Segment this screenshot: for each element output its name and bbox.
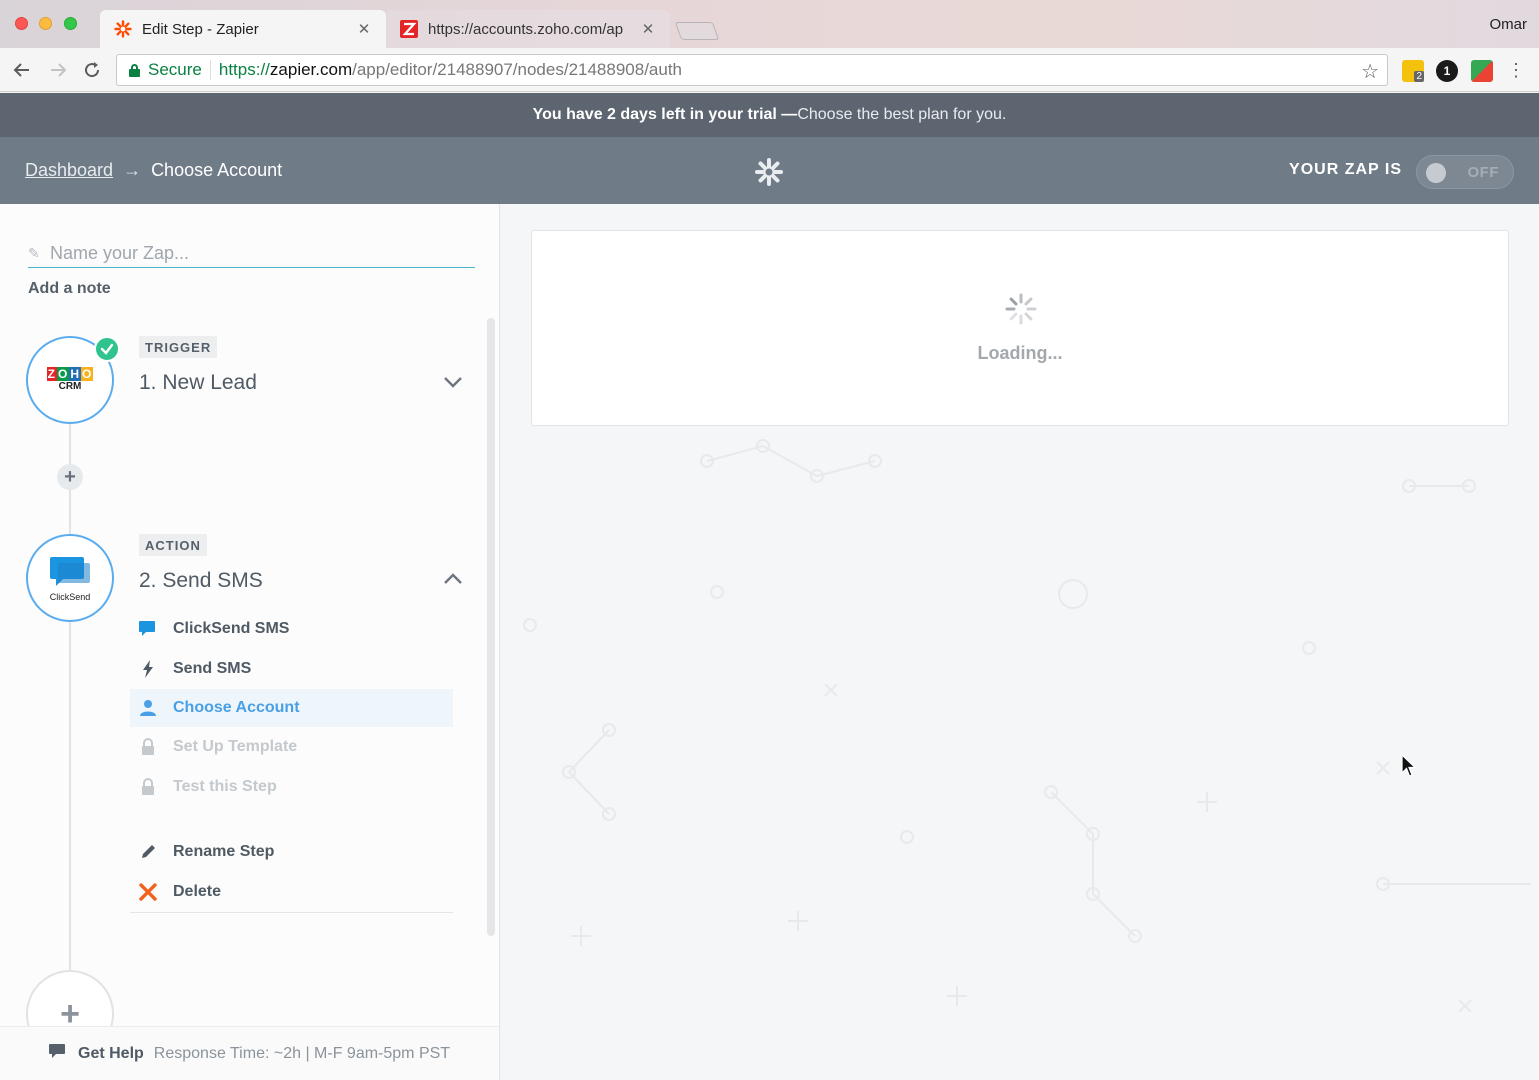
extension-badge: 2 [1414,71,1424,82]
lock-icon [138,738,158,756]
user-icon [138,699,158,717]
add-step-between-button[interactable]: + [57,464,83,490]
lock-icon [138,778,158,796]
toggle-knob [1426,163,1446,183]
trial-banner[interactable]: You have 2 days left in your trial — Cho… [0,93,1539,137]
bookmark-star-icon[interactable]: ☆ [1361,59,1379,84]
lock-icon [129,63,140,77]
chat-bubble-icon [48,1043,66,1064]
zap-status-label: YOUR ZAP IS [1289,161,1402,178]
minimize-window-button[interactable] [39,17,52,30]
clicksend-logo-label: ClickSend [49,591,91,602]
reload-icon[interactable] [80,58,104,82]
loading-card: Loading... [531,230,1509,426]
url-path: /app/editor/21488907/nodes/21488908/auth [352,60,683,79]
breadcrumb: Dashboard → Choose Account [25,160,282,181]
editor-main-panel: Loading... [501,204,1539,1080]
substep-label: ClickSend SMS [173,620,290,637]
loading-text: Loading... [977,343,1063,363]
substep-label: Send SMS [173,660,252,677]
tab-zoho-accounts[interactable]: https://accounts.zoho.com/ap ✕ [386,10,670,48]
breadcrumb-current: Choose Account [151,160,283,180]
new-tab-button[interactable] [674,22,720,40]
crm-logo-label: CRM [58,381,82,392]
substep-choose-app[interactable]: ClickSend SMS [130,610,453,648]
toggle-label: OFF [1467,164,1499,181]
zap-name-placeholder: Name your Zap... [50,243,190,263]
clicksend-icon [138,620,158,638]
substep-set-up-template[interactable]: Set Up Template [130,728,453,766]
app-header: Dashboard → Choose Account YOUR ZAP IS [0,137,1539,204]
delete-step-button[interactable]: Delete [130,873,453,911]
zapier-icon [114,20,132,38]
bolt-icon [138,660,158,678]
rename-step-label: Rename Step [173,843,275,860]
forward-icon[interactable] [46,58,70,82]
editor-sidebar: ✎ Name your Zap... Add a note ZOHO CRM T… [0,204,500,1080]
substep-label: Set Up Template [173,738,298,755]
trigger-step-title[interactable]: 1. New Lead [139,371,257,395]
secure-label: Secure [148,60,202,79]
loading-spinner-icon [1005,293,1037,325]
step-timeline-line [69,414,71,974]
breadcrumb-dashboard-link[interactable]: Dashboard [25,160,113,181]
add-note-link[interactable]: Add a note [28,280,111,298]
action-step-title[interactable]: 2. Send SMS [139,569,263,593]
onepassword-icon[interactable]: 1 [1436,60,1458,82]
address-bar[interactable]: Secure https://zapier.com/app/editor/214… [116,54,1388,86]
url-scheme: https:// [218,60,270,79]
maximize-window-button[interactable] [64,17,77,30]
rename-step-button[interactable]: Rename Step [130,833,453,871]
pencil-icon: ✎ [28,245,40,261]
get-help-link[interactable]: Get Help [78,1045,144,1063]
zap-on-off-toggle[interactable]: OFF [1416,155,1514,189]
chevron-up-icon[interactable] [443,569,463,589]
pencil-icon [138,844,158,860]
tab-title: https://accounts.zoho.com/ap [428,20,624,38]
tab-edit-step-zapier[interactable]: Edit Step - Zapier ✕ [100,10,386,48]
help-bar: Get Help Response Time: ~2h | M-F 9am-5p… [0,1026,499,1080]
substep-label: Test this Step [173,778,277,795]
zoho-icon [400,20,418,38]
extension-drive-icon[interactable] [1471,60,1493,82]
secure-indicator[interactable]: Secure [117,60,211,80]
browser-menu-icon[interactable]: ⋮ [1504,58,1528,82]
zoho-crm-icon: ZOHO CRM [46,367,94,392]
action-divider [130,912,453,913]
substep-test-step[interactable]: Test this Step [130,768,453,806]
trigger-tag: TRIGGER [139,336,218,358]
url-text: https://zapier.com/app/editor/21488907/n… [211,60,682,80]
onepassword-badge: 1 [1443,64,1451,78]
delete-x-icon [138,883,158,901]
zapier-logo-icon[interactable] [754,157,784,187]
step-complete-check-icon [94,336,120,362]
zap-name-input[interactable]: ✎ Name your Zap... [28,240,475,268]
mouse-cursor-icon [1401,754,1417,777]
response-time-text: Response Time: ~2h | M-F 9am-5pm PST [153,1044,451,1062]
tab-title: Edit Step - Zapier [142,20,259,38]
tab-close-icon[interactable]: ✕ [640,20,656,38]
trial-cta-link[interactable]: Choose the best plan for you. [797,106,1006,124]
trial-days-left: You have 2 days left in your trial — [532,106,798,123]
chevron-down-icon[interactable] [443,372,463,392]
substep-choose-action[interactable]: Send SMS [130,650,453,688]
back-icon[interactable] [10,58,34,82]
substep-label: Choose Account [173,699,300,716]
tab-close-icon[interactable]: ✕ [356,20,372,38]
substep-choose-account[interactable]: Choose Account [130,689,453,727]
breadcrumb-arrow-icon: → [123,160,142,180]
extension-notes-icon[interactable]: 2 [1402,60,1424,82]
clicksend-logo-icon: ClickSend [48,555,92,602]
sidebar-scrollbar[interactable] [487,318,495,936]
delete-step-label: Delete [173,883,222,900]
profile-name[interactable]: Omar [1490,16,1528,33]
action-app-logo[interactable]: ClickSend [26,534,114,622]
url-host: zapier.com [269,60,353,79]
close-window-button[interactable] [15,17,28,30]
action-tag: ACTION [139,534,207,556]
browser-tabbar: Edit Step - Zapier ✕ https://accounts.zo… [0,0,1539,48]
browser-toolbar: Secure https://zapier.com/app/editor/214… [0,48,1539,92]
